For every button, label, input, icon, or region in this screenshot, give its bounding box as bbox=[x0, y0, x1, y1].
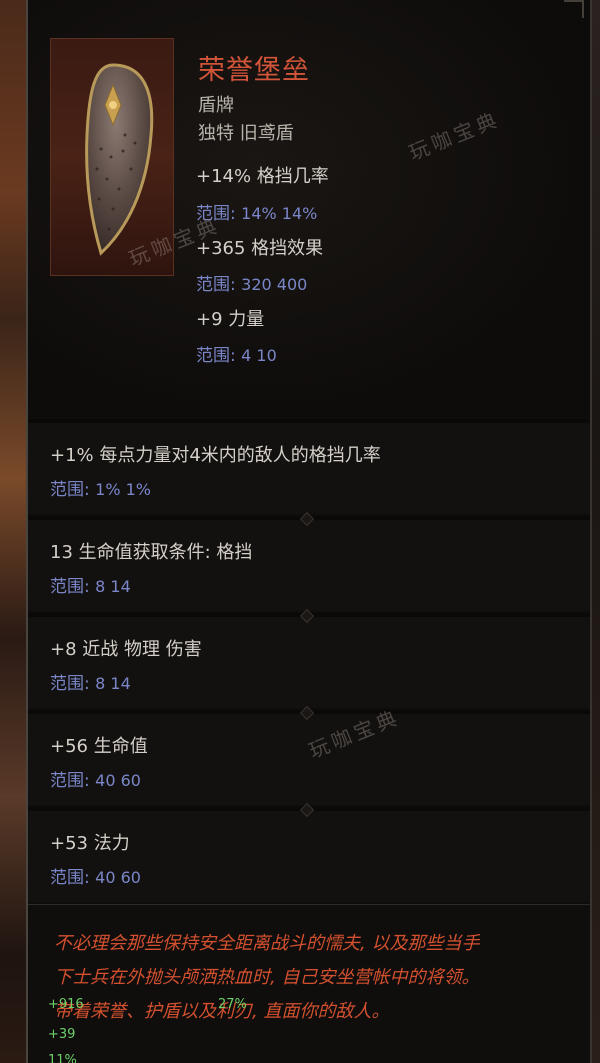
divider-diamond-icon bbox=[299, 802, 315, 818]
range-values: 1% 1% bbox=[95, 480, 151, 499]
range-label: 范围: bbox=[50, 577, 90, 597]
range-values: 40 60 bbox=[95, 771, 141, 790]
lore-line: 下士兵在外抛头颅洒热血时, 自己安坐营帐中的将领。 bbox=[54, 967, 480, 988]
range-values: 40 60 bbox=[95, 868, 141, 887]
kite-shield-icon bbox=[85, 63, 154, 256]
affix-stat: +56 生命值 bbox=[50, 736, 148, 757]
range-label: 范围: bbox=[196, 275, 236, 295]
range-label: 范围: bbox=[50, 868, 90, 888]
item-rarity-base: 独特 旧鸢盾 bbox=[198, 123, 294, 144]
divider bbox=[28, 419, 590, 423]
divider-diamond-icon bbox=[299, 705, 315, 721]
overlay-number: +39 bbox=[48, 1027, 76, 1042]
divider-diamond-icon bbox=[299, 511, 315, 527]
tooltip-header: 荣誉堡垒 盾牌 独特 旧鸢盾 +14% 格挡几率 范围: 14% 14% +36… bbox=[28, 0, 590, 418]
range-label: 范围: bbox=[196, 204, 236, 224]
item-image-frame bbox=[50, 38, 174, 276]
overlay-number: 11% bbox=[48, 1053, 77, 1063]
affix-range: 范围: 40 60 bbox=[50, 766, 141, 791]
range-label: 范围: bbox=[196, 346, 236, 366]
range-values: 8 14 bbox=[95, 577, 131, 596]
lore-text-block: 不必理会那些保持安全距离战斗的懦夫, 以及那些当手 下士兵在外抛头颅洒热血时, … bbox=[28, 904, 590, 1063]
background-scene-left bbox=[0, 0, 28, 1063]
affix-row: +53 法力 范围: 40 60 bbox=[28, 802, 590, 902]
affix-stat: +53 法力 bbox=[50, 833, 130, 854]
item-tooltip: 荣誉堡垒 盾牌 独特 旧鸢盾 +14% 格挡几率 范围: 14% 14% +36… bbox=[26, 0, 592, 1063]
range-label: 范围: bbox=[50, 480, 90, 500]
implicit-stat: +14% 格挡几率 bbox=[196, 166, 329, 187]
implicit-range: 范围: 4 10 bbox=[196, 341, 277, 366]
corner-ornament bbox=[564, 0, 584, 18]
lore-line: 不必理会那些保持安全距离战斗的懦夫, 以及那些当手 bbox=[54, 933, 480, 954]
affix-row: +1% 每点力量对4米内的敌人的格挡几率 范围: 1% 1% bbox=[28, 419, 590, 514]
item-type: 盾牌 bbox=[198, 95, 234, 116]
implicit-stat: +365 格挡效果 bbox=[196, 238, 324, 259]
affix-row: 13 生命值获取条件: 格挡 范围: 8 14 bbox=[28, 511, 590, 611]
range-label: 范围: bbox=[50, 674, 90, 694]
implicit-stat: +9 力量 bbox=[196, 309, 265, 330]
divider-diamond-icon bbox=[299, 608, 315, 624]
affix-range: 范围: 40 60 bbox=[50, 863, 141, 888]
affix-range: 范围: 1% 1% bbox=[50, 475, 151, 500]
affix-range: 范围: 8 14 bbox=[50, 669, 131, 694]
range-values: 4 10 bbox=[241, 346, 277, 365]
range-values: 14% 14% bbox=[241, 204, 318, 223]
item-name: 荣誉堡垒 bbox=[198, 55, 310, 86]
affix-stat: 13 生命值获取条件: 格挡 bbox=[50, 542, 253, 563]
range-label: 范围: bbox=[50, 771, 90, 791]
implicit-range: 范围: 14% 14% bbox=[196, 199, 317, 224]
affix-row: +8 近战 物理 伤害 范围: 8 14 bbox=[28, 608, 590, 708]
affix-range: 范围: 8 14 bbox=[50, 572, 131, 597]
overlay-number: 27% bbox=[218, 997, 247, 1012]
affix-stat: +1% 每点力量对4米内的敌人的格挡几率 bbox=[50, 445, 381, 466]
range-values: 320 400 bbox=[241, 275, 308, 294]
implicit-range: 范围: 320 400 bbox=[196, 270, 307, 295]
range-values: 8 14 bbox=[95, 674, 131, 693]
affix-row: +56 生命值 范围: 40 60 bbox=[28, 705, 590, 805]
affix-stat: +8 近战 物理 伤害 bbox=[50, 639, 202, 660]
overlay-number: +916 bbox=[48, 997, 84, 1012]
